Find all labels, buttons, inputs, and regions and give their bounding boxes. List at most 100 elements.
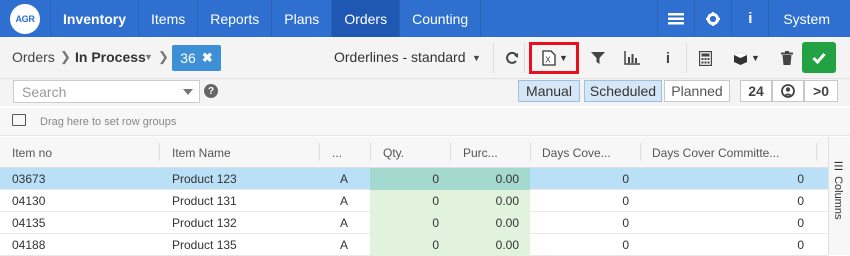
column-resize-handle[interactable] bbox=[370, 143, 371, 161]
cell-days-cover: 0 bbox=[622, 172, 629, 186]
cell-qty[interactable]: 0 bbox=[380, 172, 439, 186]
cell-item-name: Product 131 bbox=[172, 194, 237, 208]
divider bbox=[686, 43, 687, 73]
svg-text:X: X bbox=[545, 56, 551, 65]
column-resize-handle[interactable] bbox=[530, 143, 531, 161]
breadcrumb-in-process[interactable]: In Process bbox=[75, 49, 146, 65]
top-navbar: AGR Inventory Items Reports Plans Orders… bbox=[0, 0, 850, 37]
cell-days-cover-committed: 0 bbox=[797, 238, 804, 252]
caret-down-icon[interactable]: ▼ bbox=[144, 52, 153, 62]
menu-lines-icon: ☰ bbox=[832, 160, 844, 177]
cell-days-cover: 0 bbox=[622, 194, 629, 208]
column-header-qty[interactable]: Qty. bbox=[383, 146, 404, 160]
cell-purchase: 0.00 bbox=[495, 172, 519, 186]
mode-manual[interactable]: Manual bbox=[518, 80, 580, 102]
column-resize-handle[interactable] bbox=[816, 143, 817, 161]
column-header-abc[interactable]: ... bbox=[332, 146, 342, 160]
column-header-purchase[interactable]: Purc... bbox=[463, 146, 498, 160]
caret-down-icon[interactable] bbox=[183, 89, 193, 95]
column-header-item-name[interactable]: Item Name bbox=[172, 146, 231, 160]
cell-qty[interactable]: 0 bbox=[380, 194, 439, 208]
cell-abc: A bbox=[340, 216, 349, 230]
gear-icon[interactable] bbox=[694, 0, 731, 37]
excel-export-icon[interactable]: X bbox=[537, 46, 561, 70]
caret-down-icon[interactable]: ▼ bbox=[559, 53, 568, 63]
cell-item-no: 04188 bbox=[12, 238, 46, 252]
cell-days-cover: 0 bbox=[622, 216, 629, 230]
check-icon bbox=[812, 52, 826, 64]
table-row[interactable]: 04188 Product 135 A 0 0.00 0 0 bbox=[0, 234, 828, 256]
cell-days-cover-committed: 0 bbox=[797, 194, 804, 208]
nav-system[interactable]: System bbox=[768, 0, 850, 37]
cell-purchase: 0.00 bbox=[495, 216, 519, 230]
caret-down-icon[interactable]: ▼ bbox=[472, 53, 481, 63]
count-value: 36 bbox=[180, 50, 196, 66]
cell-item-name: Product 135 bbox=[172, 238, 237, 252]
cell-days-cover-committed: 0 bbox=[797, 172, 804, 186]
breadcrumb-orders[interactable]: Orders bbox=[12, 49, 55, 65]
row-group-hint: Drag here to set row groups bbox=[40, 116, 177, 128]
cell-purchase: 0.00 bbox=[495, 238, 519, 252]
table-row[interactable]: 04130 Product 131 A 0 0.00 0 0 bbox=[0, 190, 828, 212]
cell-days-cover-committed: 0 bbox=[797, 216, 804, 230]
divider bbox=[524, 43, 525, 73]
cell-purchase: 0.00 bbox=[495, 194, 519, 208]
cell-days-cover: 0 bbox=[622, 238, 629, 252]
chevron-right-icon: ❯ bbox=[158, 49, 169, 64]
row-group-icon bbox=[12, 114, 26, 126]
search-input[interactable]: Search bbox=[13, 80, 200, 103]
calculator-icon[interactable] bbox=[693, 46, 717, 70]
filter-icon[interactable] bbox=[586, 46, 610, 70]
cell-item-name: Product 132 bbox=[172, 216, 237, 230]
nav-item-orders[interactable]: Orders bbox=[331, 0, 400, 37]
column-resize-handle[interactable] bbox=[640, 143, 641, 161]
chevron-right-icon: ❯ bbox=[60, 49, 71, 64]
mode-scheduled[interactable]: Scheduled bbox=[584, 80, 662, 102]
column-header-days-cover-committed[interactable]: Days Cover Committe... bbox=[652, 146, 779, 160]
cell-qty[interactable]: 0 bbox=[380, 238, 439, 252]
column-resize-handle[interactable] bbox=[319, 143, 320, 161]
columns-label: Columns bbox=[832, 176, 844, 220]
column-header-item-no[interactable]: Item no bbox=[12, 146, 52, 160]
nav-item-reports[interactable]: Reports bbox=[197, 0, 271, 37]
view-select[interactable]: Orderlines - standard bbox=[334, 49, 466, 65]
cell-item-no: 04130 bbox=[12, 194, 46, 208]
column-header-days-cover[interactable]: Days Cove... bbox=[542, 146, 611, 160]
info-icon[interactable]: i bbox=[731, 0, 768, 37]
logo-badge: AGR bbox=[10, 3, 40, 34]
confirm-button[interactable] bbox=[802, 42, 836, 73]
box-icon[interactable] bbox=[728, 46, 752, 70]
cell-qty[interactable]: 0 bbox=[380, 216, 439, 230]
column-resize-handle[interactable] bbox=[450, 143, 451, 161]
caret-down-icon[interactable]: ▼ bbox=[751, 53, 760, 63]
refresh-icon[interactable] bbox=[500, 46, 524, 70]
user-circle-icon bbox=[781, 84, 795, 98]
nav-item-plans[interactable]: Plans bbox=[271, 0, 331, 37]
divider bbox=[493, 43, 494, 73]
column-resize-handle[interactable] bbox=[159, 143, 160, 161]
menu-lines-icon[interactable] bbox=[657, 0, 694, 37]
user-filter-button[interactable] bbox=[772, 80, 804, 102]
cell-item-no: 04135 bbox=[12, 216, 46, 230]
info-icon[interactable]: i bbox=[656, 46, 680, 70]
columns-tab-label[interactable]: ☰ Columns bbox=[832, 160, 845, 219]
close-icon[interactable]: ✖ bbox=[202, 50, 213, 66]
logo[interactable]: AGR bbox=[0, 0, 50, 37]
cell-abc: A bbox=[340, 238, 349, 252]
chart-icon[interactable] bbox=[620, 46, 644, 70]
table-row[interactable]: 04135 Product 132 A 0 0.00 0 0 bbox=[0, 212, 828, 234]
cell-abc: A bbox=[340, 194, 349, 208]
cell-item-name: Product 123 bbox=[172, 172, 237, 186]
cell-item-no: 03673 bbox=[12, 172, 46, 186]
nav-item-counting[interactable]: Counting bbox=[399, 0, 482, 37]
nav-brand[interactable]: Inventory bbox=[50, 0, 138, 37]
cell-abc: A bbox=[340, 172, 349, 186]
mode-planned[interactable]: Planned bbox=[664, 80, 730, 102]
greater-than-zero-button[interactable]: >0 bbox=[804, 80, 838, 102]
nav-item-items[interactable]: Items bbox=[138, 0, 197, 37]
days-filter-button[interactable]: 24 bbox=[740, 80, 772, 102]
trash-icon[interactable] bbox=[775, 46, 799, 70]
help-icon[interactable]: ? bbox=[204, 84, 218, 98]
table-row[interactable]: 03673 Product 123 A 0 0.00 0 0 bbox=[0, 168, 828, 190]
count-filter-badge[interactable]: 36 ✖ bbox=[172, 45, 221, 71]
